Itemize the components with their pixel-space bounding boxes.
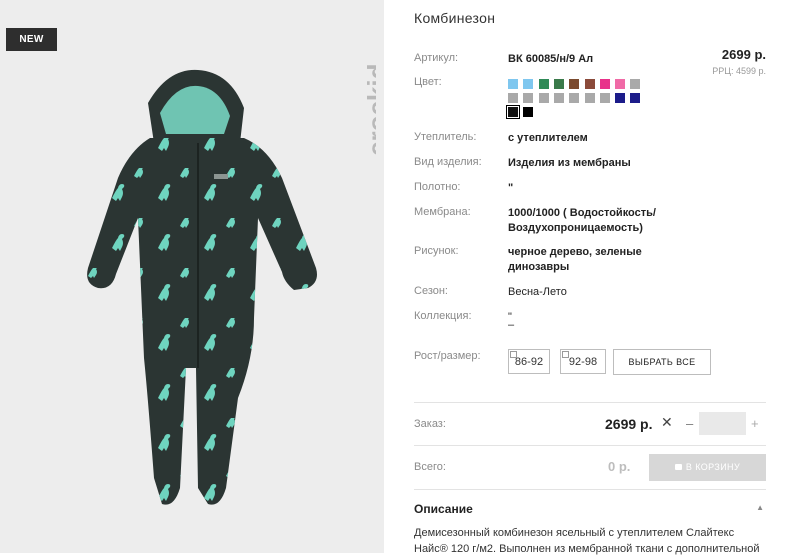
product-image[interactable]: NEW crockid xyxy=(0,0,384,553)
collapse-icon[interactable]: ▲ xyxy=(756,503,764,512)
quantity-decrease-button[interactable]: – xyxy=(686,416,693,431)
size-checkbox[interactable] xyxy=(562,351,569,358)
color-swatch[interactable] xyxy=(523,93,534,103)
new-badge: NEW xyxy=(6,28,57,51)
total-value: 0 р. xyxy=(608,459,631,474)
color-swatch[interactable] xyxy=(553,93,564,103)
detail-label: Утеплитель: xyxy=(414,131,477,143)
quantity-input[interactable] xyxy=(699,412,746,435)
total-label: Всего: xyxy=(414,461,446,473)
brand-logo: crockid xyxy=(362,64,376,157)
add-to-cart-label: В КОРЗИНУ xyxy=(685,462,741,472)
size-label: 86-92 xyxy=(514,356,544,368)
color-swatch[interactable] xyxy=(553,79,564,89)
size-option-92-98[interactable]: 92-98 xyxy=(560,349,606,374)
select-all-sizes-button[interactable]: ВЫБРАТЬ ВСЕ xyxy=(613,349,711,375)
order-label: Заказ: xyxy=(414,418,446,430)
detail-value: Воздухопроницаемость) xyxy=(508,222,643,234)
add-to-cart-button[interactable]: В КОРЗИНУ xyxy=(649,454,766,481)
detail-label: Рост/размер: xyxy=(414,350,481,362)
color-swatch[interactable] xyxy=(569,79,580,89)
size-option-86-92[interactable]: 86-92 xyxy=(508,349,550,374)
color-swatch[interactable] xyxy=(523,79,534,89)
detail-value: динозавры xyxy=(508,261,570,273)
size-checkbox[interactable] xyxy=(510,351,517,358)
product-info: Комбинезон 2699 р. РРЦ: 4599 р. Артикул:… xyxy=(414,0,766,555)
color-swatch[interactable] xyxy=(538,79,549,89)
detail-label: Вид изделия: xyxy=(414,156,482,168)
detail-label: Цвет: xyxy=(414,76,442,88)
color-swatch[interactable] xyxy=(630,79,641,89)
detail-label: Полотно: xyxy=(414,181,461,193)
size-label: 92-98 xyxy=(568,356,598,368)
color-swatch[interactable] xyxy=(508,93,518,103)
product-price: 2699 р. xyxy=(721,47,766,62)
color-swatch[interactable] xyxy=(506,105,520,119)
product-title: Комбинезон xyxy=(414,10,496,26)
jumpsuit-illustration xyxy=(87,69,317,505)
color-swatch[interactable] xyxy=(538,93,549,103)
description-title[interactable]: Описание xyxy=(414,502,473,516)
order-price: 2699 р. xyxy=(605,416,653,432)
color-swatch[interactable] xyxy=(508,79,518,89)
detail-value: ВК 60085/н/9 Ал xyxy=(508,53,594,65)
color-swatch[interactable] xyxy=(615,79,626,89)
color-swatch[interactable] xyxy=(523,107,534,117)
detail-value: с утеплителем xyxy=(508,132,588,144)
color-swatch[interactable] xyxy=(599,93,610,103)
remove-icon[interactable]: ✕ xyxy=(661,414,673,431)
color-swatch[interactable] xyxy=(584,93,595,103)
recommended-retail-price: РРЦ: 4599 р. xyxy=(712,66,766,76)
description-text: Демисезонный комбинезон ясельный с утепл… xyxy=(414,527,760,555)
color-swatch[interactable] xyxy=(569,93,580,103)
detail-value: Изделия из мембраны xyxy=(508,157,631,169)
divider xyxy=(414,445,766,446)
detail-label: Коллекция: xyxy=(414,310,472,322)
divider xyxy=(414,489,766,490)
detail-label: Сезон: xyxy=(414,285,448,297)
detail-value: " xyxy=(508,182,514,194)
cart-icon xyxy=(674,464,682,470)
detail-value: Весна-Лето xyxy=(508,286,567,298)
detail-value: – xyxy=(508,319,515,331)
color-swatch[interactable] xyxy=(584,79,595,89)
divider xyxy=(414,402,766,403)
color-swatch[interactable] xyxy=(599,79,610,89)
color-swatch[interactable] xyxy=(615,93,626,103)
detail-label: Артикул: xyxy=(414,52,459,64)
detail-value: черное дерево, зеленые xyxy=(508,246,642,258)
detail-label: Рисунок: xyxy=(414,245,459,257)
svg-text:crockid: crockid xyxy=(362,64,376,157)
quantity-increase-button[interactable]: + xyxy=(751,416,759,431)
detail-label: Мембрана: xyxy=(414,206,471,218)
detail-value: 1000/1000 ( Водостойкость/ xyxy=(508,207,656,219)
color-swatch[interactable] xyxy=(630,93,641,103)
